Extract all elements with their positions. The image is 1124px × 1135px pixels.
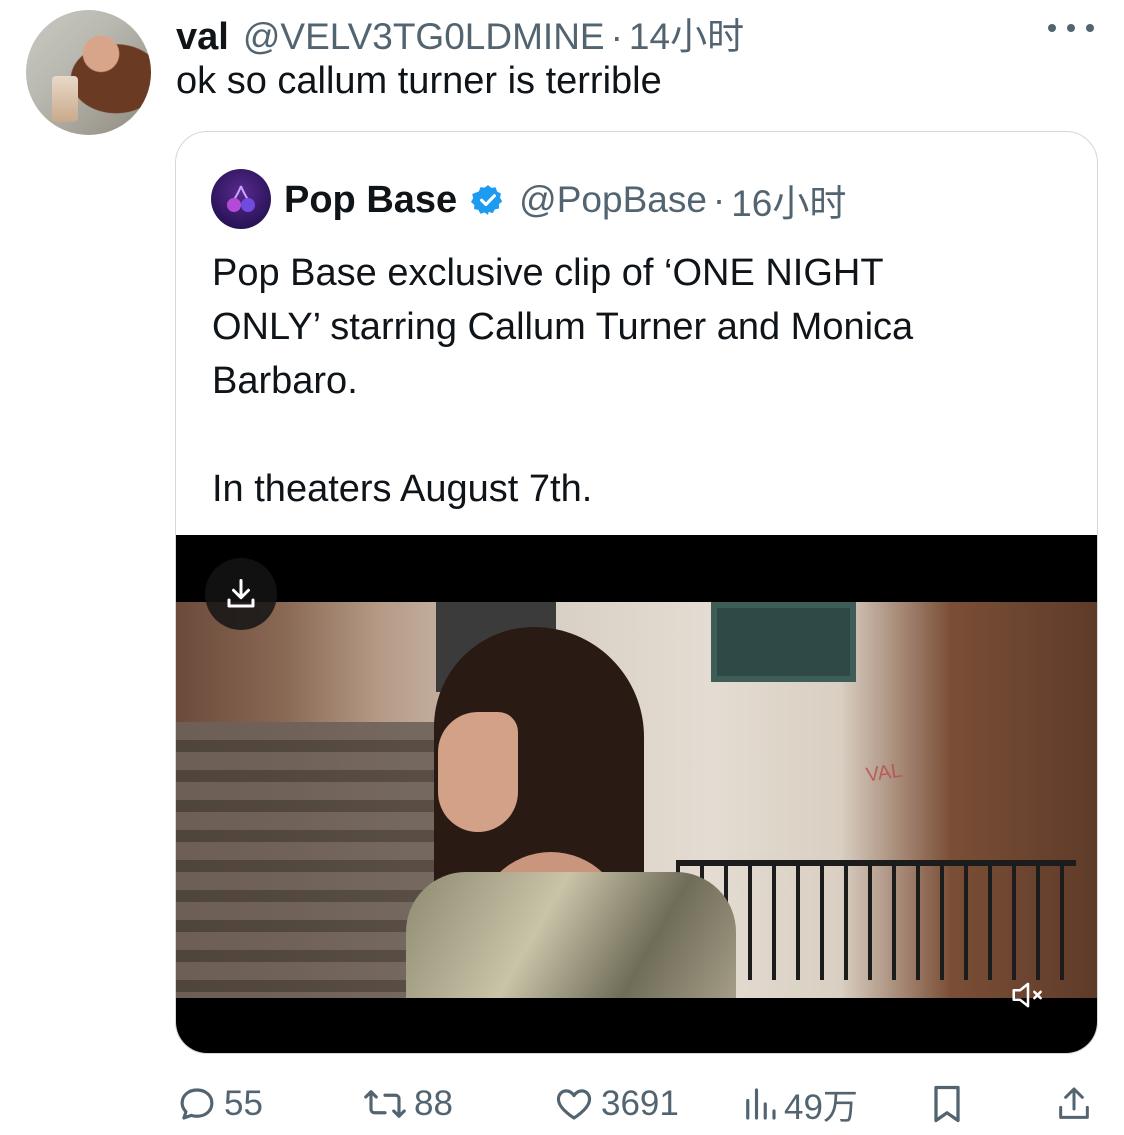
tweet-header: val @VELV3TG0LDMINE · 14小时	[176, 6, 744, 58]
wall-graffiti: VAL	[864, 759, 904, 787]
mute-button[interactable]	[1008, 975, 1048, 1015]
video-player[interactable]: VAL	[176, 535, 1097, 1053]
views-button[interactable]: 49万	[742, 1076, 858, 1132]
quote-header: Pop Base @PopBase · 16小时	[284, 172, 846, 228]
download-button[interactable]	[205, 558, 277, 630]
quote-time[interactable]: 16小时	[731, 173, 846, 227]
volume-muted-icon	[1012, 982, 1042, 1008]
retweet-count: 88	[414, 1084, 453, 1123]
quote-author-handle[interactable]: @PopBase	[519, 179, 707, 221]
header-separator: ·	[610, 16, 623, 57]
quoted-tweet-card[interactable]: Pop Base @PopBase · 16小时 Pop Base exclus…	[175, 131, 1098, 1054]
video-frame: VAL	[176, 602, 1097, 998]
popbase-avatar[interactable]	[211, 169, 271, 229]
like-button[interactable]: 3691	[553, 1076, 679, 1132]
share-button[interactable]	[1054, 1076, 1094, 1132]
quote-text-line: Barbaro.	[212, 360, 358, 402]
author-name[interactable]: val	[176, 16, 229, 59]
reply-button[interactable]: 55	[176, 1076, 263, 1132]
tweet-text: ok so callum turner is terrible	[176, 60, 662, 102]
quote-text-line: Pop Base exclusive clip of ‘ONE NIGHT	[212, 252, 884, 294]
share-icon	[1059, 1087, 1089, 1119]
tweet-actions: 55 88 3691 49万	[0, 1076, 1124, 1132]
quote-separator: ·	[712, 179, 726, 220]
author-avatar[interactable]	[26, 10, 151, 135]
quote-text-line: In theaters August 7th.	[212, 468, 593, 510]
reply-icon	[180, 1088, 214, 1120]
reply-count: 55	[224, 1084, 263, 1123]
bookmark-icon	[934, 1085, 960, 1123]
view-count: 49万	[784, 1087, 858, 1127]
heart-icon	[556, 1089, 592, 1120]
verified-badge-icon	[471, 185, 503, 215]
retweet-icon	[364, 1090, 406, 1118]
quote-author-name[interactable]: Pop Base	[284, 179, 457, 222]
quote-text-line: ONLY’ starring Callum Turner and Monica	[212, 306, 914, 348]
more-options-icon[interactable]	[1048, 18, 1094, 38]
retweet-button[interactable]: 88	[362, 1076, 453, 1132]
download-icon	[227, 579, 255, 608]
bookmark-button[interactable]	[928, 1076, 966, 1132]
author-handle[interactable]: @VELV3TG0LDMINE	[243, 16, 605, 58]
analytics-icon	[746, 1088, 776, 1120]
post-time[interactable]: 14小时	[629, 6, 744, 60]
like-count: 3691	[601, 1084, 679, 1123]
quote-text: Pop Base exclusive clip of ‘ONE NIGHT ON…	[212, 246, 1072, 516]
cherry-logo-icon	[227, 185, 255, 212]
